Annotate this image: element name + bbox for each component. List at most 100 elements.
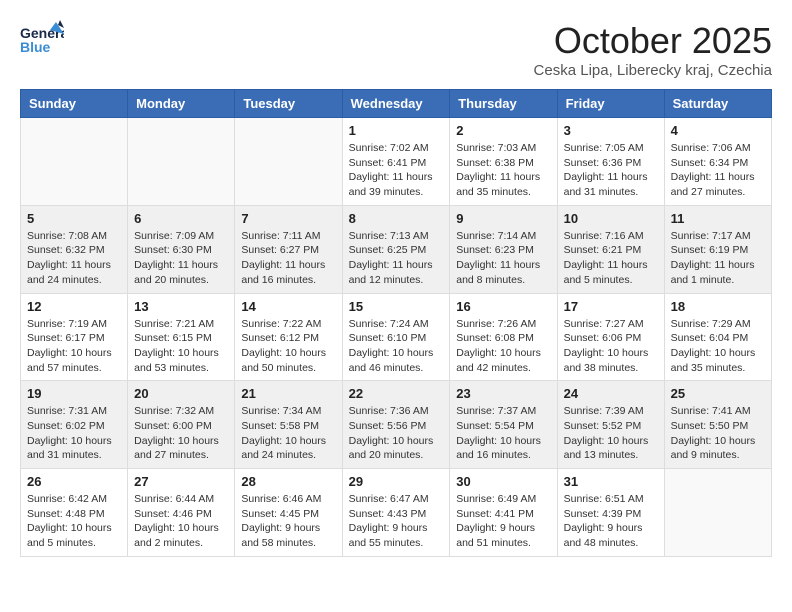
day-number: 7: [241, 211, 335, 226]
table-row: 18 Sunrise: 7:29 AM Sunset: 6:04 PM Dayli…: [664, 293, 771, 381]
day-number: 2: [456, 123, 550, 138]
day-number: 9: [456, 211, 550, 226]
day-number: 22: [349, 386, 444, 401]
day-number: 29: [349, 474, 444, 489]
day-info: Sunrise: 7:13 AM Sunset: 6:25 PM Dayligh…: [349, 229, 444, 288]
day-info: Sunrise: 7:08 AM Sunset: 6:32 PM Dayligh…: [27, 229, 121, 288]
table-row: 5 Sunrise: 7:08 AM Sunset: 6:32 PM Daylig…: [21, 205, 128, 293]
page-header: General Blue October 2025 Ceska Lipa, Li…: [20, 20, 772, 79]
table-row: 15 Sunrise: 7:24 AM Sunset: 6:10 PM Dayli…: [342, 293, 450, 381]
day-number: 31: [564, 474, 658, 489]
table-row: 17 Sunrise: 7:27 AM Sunset: 6:06 PM Dayli…: [557, 293, 664, 381]
calendar-week-row: 5 Sunrise: 7:08 AM Sunset: 6:32 PM Daylig…: [21, 205, 772, 293]
day-info: Sunrise: 7:26 AM Sunset: 6:08 PM Dayligh…: [456, 317, 550, 376]
day-info: Sunrise: 7:09 AM Sunset: 6:30 PM Dayligh…: [134, 229, 228, 288]
table-row: 26Sunrise: 6:42 AM Sunset: 4:48 PM Dayli…: [21, 469, 128, 557]
day-info: Sunrise: 7:14 AM Sunset: 6:23 PM Dayligh…: [456, 229, 550, 288]
table-row: 23 Sunrise: 7:37 AM Sunset: 5:54 PM Dayli…: [450, 381, 557, 469]
calendar-week-row: 19 Sunrise: 7:31 AM Sunset: 6:02 PM Dayli…: [21, 381, 772, 469]
day-number: 16: [456, 299, 550, 314]
table-row: 25 Sunrise: 7:41 AM Sunset: 5:50 PM Dayli…: [664, 381, 771, 469]
table-row: 27 Sunrise: 6:44 AM Sunset: 4:46 PM Dayli…: [128, 469, 235, 557]
day-info: Sunrise: 7:39 AM Sunset: 5:52 PM Dayligh…: [564, 404, 658, 463]
table-row: 20 Sunrise: 7:32 AM Sunset: 6:00 PM Dayli…: [128, 381, 235, 469]
table-row: 10Sunrise: 7:16 AM Sunset: 6:21 PM Dayli…: [557, 205, 664, 293]
day-number: 17: [564, 299, 658, 314]
header-wednesday: Wednesday: [342, 90, 450, 118]
table-row: [235, 118, 342, 206]
table-row: 2 Sunrise: 7:03 AM Sunset: 6:38 PM Daylig…: [450, 118, 557, 206]
day-info: Sunrise: 7:02 AM Sunset: 6:41 PM Dayligh…: [349, 141, 444, 200]
table-row: 16 Sunrise: 7:26 AM Sunset: 6:08 PM Dayli…: [450, 293, 557, 381]
day-info: Sunrise: 7:32 AM Sunset: 6:00 PM Dayligh…: [134, 404, 228, 463]
header-thursday: Thursday: [450, 90, 557, 118]
calendar-header-row: Sunday Monday Tuesday Wednesday Thursday…: [21, 90, 772, 118]
day-number: 12: [27, 299, 121, 314]
table-row: 22 Sunrise: 7:36 AM Sunset: 5:56 PM Dayli…: [342, 381, 450, 469]
day-number: 18: [671, 299, 765, 314]
day-number: 4: [671, 123, 765, 138]
day-number: 11: [671, 211, 765, 226]
day-info: Sunrise: 7:21 AM Sunset: 6:15 PM Dayligh…: [134, 317, 228, 376]
day-number: 19: [27, 386, 121, 401]
day-info: Sunrise: 7:31 AM Sunset: 6:02 PM Dayligh…: [27, 404, 121, 463]
table-row: 12 Sunrise: 7:19 AM Sunset: 6:17 PM Dayli…: [21, 293, 128, 381]
table-row: 3Sunrise: 7:05 AM Sunset: 6:36 PM Daylig…: [557, 118, 664, 206]
header-monday: Monday: [128, 90, 235, 118]
svg-text:Blue: Blue: [20, 39, 51, 55]
header-saturday: Saturday: [664, 90, 771, 118]
day-number: 27: [134, 474, 228, 489]
table-row: 21 Sunrise: 7:34 AM Sunset: 5:58 PM Dayli…: [235, 381, 342, 469]
day-number: 6: [134, 211, 228, 226]
day-info: Sunrise: 7:36 AM Sunset: 5:56 PM Dayligh…: [349, 404, 444, 463]
day-info: Sunrise: 7:37 AM Sunset: 5:54 PM Dayligh…: [456, 404, 550, 463]
calendar: Sunday Monday Tuesday Wednesday Thursday…: [20, 89, 772, 557]
day-number: 5: [27, 211, 121, 226]
day-info: Sunrise: 7:16 AM Sunset: 6:21 PM Dayligh…: [564, 229, 658, 288]
table-row: 28 Sunrise: 6:46 AM Sunset: 4:45 PM Dayli…: [235, 469, 342, 557]
calendar-week-row: 26Sunrise: 6:42 AM Sunset: 4:48 PM Dayli…: [21, 469, 772, 557]
table-row: [664, 469, 771, 557]
day-number: 20: [134, 386, 228, 401]
day-number: 14: [241, 299, 335, 314]
month-title: October 2025: [534, 20, 772, 62]
table-row: 7Sunrise: 7:11 AM Sunset: 6:27 PM Daylig…: [235, 205, 342, 293]
table-row: 9 Sunrise: 7:14 AM Sunset: 6:23 PM Daylig…: [450, 205, 557, 293]
day-info: Sunrise: 7:27 AM Sunset: 6:06 PM Dayligh…: [564, 317, 658, 376]
day-number: 3: [564, 123, 658, 138]
table-row: 29 Sunrise: 6:47 AM Sunset: 4:43 PM Dayli…: [342, 469, 450, 557]
day-info: Sunrise: 6:44 AM Sunset: 4:46 PM Dayligh…: [134, 492, 228, 551]
table-row: 24Sunrise: 7:39 AM Sunset: 5:52 PM Dayli…: [557, 381, 664, 469]
day-number: 13: [134, 299, 228, 314]
table-row: 30Sunrise: 6:49 AM Sunset: 4:41 PM Dayli…: [450, 469, 557, 557]
table-row: 14Sunrise: 7:22 AM Sunset: 6:12 PM Dayli…: [235, 293, 342, 381]
day-info: Sunrise: 7:34 AM Sunset: 5:58 PM Dayligh…: [241, 404, 335, 463]
header-sunday: Sunday: [21, 90, 128, 118]
day-info: Sunrise: 6:51 AM Sunset: 4:39 PM Dayligh…: [564, 492, 658, 551]
calendar-week-row: 12 Sunrise: 7:19 AM Sunset: 6:17 PM Dayli…: [21, 293, 772, 381]
table-row: 4Sunrise: 7:06 AM Sunset: 6:34 PM Daylig…: [664, 118, 771, 206]
day-number: 30: [456, 474, 550, 489]
day-info: Sunrise: 6:46 AM Sunset: 4:45 PM Dayligh…: [241, 492, 335, 551]
day-number: 21: [241, 386, 335, 401]
day-info: Sunrise: 7:41 AM Sunset: 5:50 PM Dayligh…: [671, 404, 765, 463]
day-info: Sunrise: 7:17 AM Sunset: 6:19 PM Dayligh…: [671, 229, 765, 288]
day-info: Sunrise: 7:19 AM Sunset: 6:17 PM Dayligh…: [27, 317, 121, 376]
table-row: 13 Sunrise: 7:21 AM Sunset: 6:15 PM Dayli…: [128, 293, 235, 381]
table-row: 19 Sunrise: 7:31 AM Sunset: 6:02 PM Dayli…: [21, 381, 128, 469]
day-number: 15: [349, 299, 444, 314]
header-tuesday: Tuesday: [235, 90, 342, 118]
header-friday: Friday: [557, 90, 664, 118]
day-info: Sunrise: 7:29 AM Sunset: 6:04 PM Dayligh…: [671, 317, 765, 376]
day-number: 23: [456, 386, 550, 401]
day-info: Sunrise: 7:03 AM Sunset: 6:38 PM Dayligh…: [456, 141, 550, 200]
logo: General Blue: [20, 20, 64, 60]
day-number: 28: [241, 474, 335, 489]
table-row: 6 Sunrise: 7:09 AM Sunset: 6:30 PM Daylig…: [128, 205, 235, 293]
day-number: 25: [671, 386, 765, 401]
title-area: October 2025 Ceska Lipa, Liberecky kraj,…: [534, 20, 772, 79]
day-info: Sunrise: 7:24 AM Sunset: 6:10 PM Dayligh…: [349, 317, 444, 376]
day-number: 8: [349, 211, 444, 226]
day-info: Sunrise: 6:47 AM Sunset: 4:43 PM Dayligh…: [349, 492, 444, 551]
calendar-week-row: 1Sunrise: 7:02 AM Sunset: 6:41 PM Daylig…: [21, 118, 772, 206]
